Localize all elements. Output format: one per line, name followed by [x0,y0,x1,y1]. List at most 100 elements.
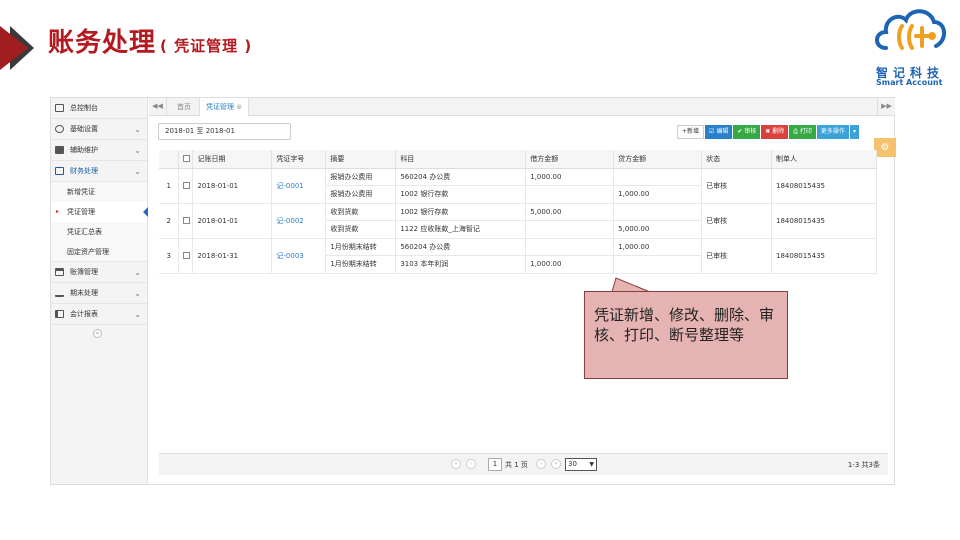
more-actions-caret-icon[interactable]: ▾ [849,125,859,139]
voucher-status: 已审核 [701,168,772,204]
tab-close-icon[interactable]: ⊗ [236,103,242,111]
voucher-maker: 18408015435 [771,168,877,204]
column-header-summary: 摘要 [325,150,397,169]
card-icon [55,268,64,276]
line-debit [525,220,615,239]
page-title: 账务处理( 凭证管理 ) [48,22,252,59]
logo-en-text: Smart Account [876,78,943,87]
more-actions-button[interactable]: 更多操作 [816,125,849,139]
voucher-number-link[interactable]: 记-0001 [271,168,327,204]
sidebar-item-aux-maintenance[interactable]: 辅助维护 ⌄ [51,140,147,161]
chevron-down-icon: ⌄ [134,289,141,298]
line-account: 3103 本年利润 [395,255,527,274]
line-debit [525,238,615,256]
chevron-down-icon: ▼ [589,461,594,468]
sidebar-subitem-voucher-management[interactable]: ▸ 凭证管理 [51,202,148,222]
sidebar: 总控制台 基础设置 ⌄ 辅助维护 ⌄ 财务处理 ⌄ 新增凭证 ▸ 凭证管理 凭证… [51,98,148,484]
last-page-button[interactable]: » [551,459,561,469]
sidebar-item-basic-settings[interactable]: 基础设置 ⌄ [51,119,147,140]
print-button[interactable]: ⎙ 打印 [789,125,816,139]
row-select-cell[interactable] [178,168,194,204]
sidebar-subitem-label: 固定资产管理 [67,248,109,256]
list-icon [55,310,64,318]
column-header-voucher-no: 凭证字号 [271,150,327,169]
sidebar-item-dashboard[interactable]: 总控制台 [51,98,147,119]
line-account: 1122 应收账款_上海智记 [395,220,527,239]
row-checkbox[interactable] [183,252,191,259]
pagination-bar: « ‹ 1 共 1 页 › » 30 ▼ 1-3 共3条 [159,453,888,475]
line-debit: 5,000.00 [525,203,615,221]
line-account: 560204 办公费 [395,238,527,256]
edit-button[interactable]: ☑ 编辑 [705,125,733,139]
line-summary: 收到货款 [325,203,397,221]
table-row[interactable]: 3 2018-01-31 记-0003 1月份期末结转 560204 办公费 1… [159,238,877,274]
page-size-value: 30 [568,460,577,468]
gears-icon [55,125,64,133]
column-header-credit: 贷方金额 [613,150,703,169]
row-checkbox[interactable] [183,182,191,189]
voucher-number-link[interactable]: 记-0002 [271,203,327,239]
date-range-input[interactable]: 2018-01 至 2018-01 [158,123,291,140]
tab-next-button[interactable]: ▶▶ [877,98,895,115]
row-index: 1 [159,168,180,204]
chevron-down-icon: ⌄ [134,310,141,319]
chevron-down-icon: ⌄ [134,268,141,277]
audit-button[interactable]: ✔ 审核 [733,125,761,139]
row-select-cell[interactable] [178,238,194,274]
line-debit: 1,000.00 [525,255,615,274]
voucher-number-link[interactable]: 记-0003 [271,238,327,274]
keyboard-icon [55,146,64,154]
monitor-icon [55,104,64,112]
next-page-button[interactable]: › [536,459,546,469]
page-size-select[interactable]: 30 ▼ [565,458,597,471]
sidebar-item-reports[interactable]: 会计报表 ⌄ [51,304,147,325]
voucher-date: 2018-01-01 [192,203,273,239]
page-number-input[interactable]: 1 [488,458,502,471]
record-summary: 1-3 共3条 [847,461,880,469]
chevron-down-icon: ⌄ [134,167,141,176]
column-header-index [159,150,180,169]
sidebar-collapse-button[interactable]: « [93,329,102,338]
line-account: 1002 银行存款 [395,203,527,221]
line-debit [525,185,615,204]
sidebar-subitem-fixed-assets[interactable]: 固定资产管理 [51,242,147,262]
sidebar-subitem-voucher-summary[interactable]: 凭证汇总表 [51,222,147,242]
tab-label: 凭证管理 [206,103,234,111]
tab-bar: ◀◀ 首页 凭证管理 ⊗ ▶▶ [149,98,895,116]
line-summary: 报销办公费用 [325,185,397,204]
line-account: 1002 银行存款 [395,185,527,204]
tab-prev-button[interactable]: ◀◀ [149,98,167,115]
sidebar-item-label: 会计报表 [70,310,98,318]
sidebar-subitem-new-voucher[interactable]: 新增凭证 [51,182,147,202]
sidebar-subitem-label: 新增凭证 [67,188,95,196]
page-title-main: 账务处理 [48,28,157,58]
gear-icon[interactable]: ⚙ [874,138,896,157]
line-credit: 1,000.00 [613,185,703,204]
sidebar-item-label: 基础设置 [70,125,98,133]
line-debit: 1,000.00 [525,168,615,186]
voucher-status: 已审核 [701,238,772,274]
table-row[interactable]: 1 2018-01-01 记-0001 报销办公费用 560204 办公费 1,… [159,168,877,204]
voucher-status: 已审核 [701,203,772,239]
first-page-button[interactable]: « [451,459,461,469]
add-button[interactable]: +新增 [677,125,705,139]
row-checkbox[interactable] [183,217,191,224]
active-notch [143,207,148,217]
sidebar-item-ledger[interactable]: 账簿管理 ⌄ [51,262,147,283]
tab-voucher-management[interactable]: 凭证管理 ⊗ [199,98,250,116]
table-row[interactable]: 2 2018-01-01 记-0002 收到货款 1002 银行存款 5,000… [159,203,877,239]
scale-icon [55,289,64,297]
column-header-status: 状态 [701,150,772,169]
column-header-select[interactable] [178,150,194,169]
line-summary: 收到货款 [325,220,397,239]
tab-home[interactable]: 首页 [171,98,197,116]
column-header-date: 记账日期 [192,150,273,169]
line-credit [613,203,703,221]
select-all-checkbox[interactable] [183,155,191,163]
sidebar-item-period-end[interactable]: 期末处理 ⌄ [51,283,147,304]
prev-page-button[interactable]: ‹ [466,459,476,469]
row-select-cell[interactable] [178,203,194,239]
line-credit: 5,000.00 [613,220,703,239]
sidebar-item-finance[interactable]: 财务处理 ⌄ [51,161,147,182]
delete-button[interactable]: ✖ 删除 [761,125,789,139]
